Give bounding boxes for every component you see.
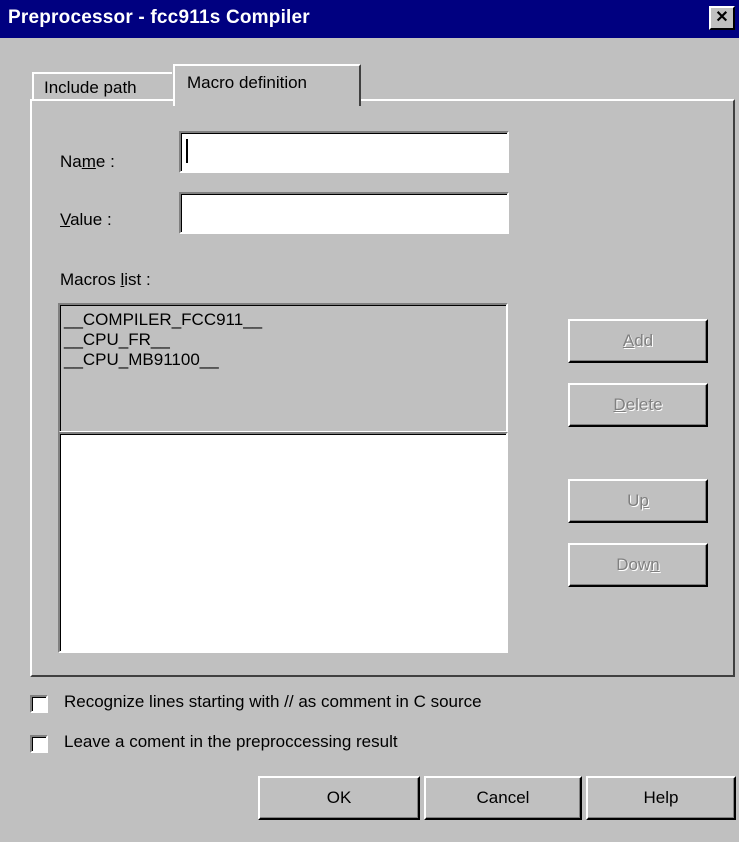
tab-include-path-label: Include path — [44, 78, 137, 97]
leave-comment-checkbox[interactable] — [30, 735, 48, 753]
macro-editor-list[interactable] — [58, 432, 508, 653]
title-bar: Preprocessor - fcc911s Compiler ✕ — [0, 0, 739, 38]
down-button[interactable]: Dow n — [568, 543, 708, 587]
leave-comment-label: Leave a coment in the preproccessing res… — [64, 732, 398, 751]
help-button[interactable]: Help — [586, 776, 736, 820]
tab-macro-definition-label: Macro definition — [187, 73, 308, 92]
list-item[interactable]: __COMPILER_FCC911__ — [60, 310, 506, 330]
macros-list-label: Macros list : — [60, 270, 151, 289]
name-label: Name : — [60, 152, 115, 171]
window-title: Preprocessor - fcc911s Compiler — [8, 7, 310, 28]
close-icon: ✕ — [715, 9, 729, 26]
name-input[interactable] — [179, 131, 509, 173]
tab-include-path[interactable]: Include path — [32, 72, 172, 100]
comment-style-label: Recognize lines starting with // as comm… — [64, 692, 482, 711]
text-caret — [186, 139, 188, 163]
list-item[interactable]: __CPU_MB91100__ — [60, 350, 506, 370]
list-item[interactable]: __CPU_FR__ — [60, 330, 506, 350]
cancel-button[interactable]: Cancel — [424, 776, 582, 820]
comment-style-checkbox[interactable] — [30, 695, 48, 713]
value-label: Value : — [60, 210, 112, 229]
ok-button[interactable]: OK — [258, 776, 420, 820]
delete-button[interactable]: Delete — [568, 383, 708, 427]
value-input[interactable] — [179, 192, 509, 234]
macros-list[interactable]: __COMPILER_FCC911__ __CPU_FR__ __CPU_MB9… — [58, 303, 508, 433]
tab-macro-definition[interactable]: Macro definition — [173, 64, 361, 106]
up-button[interactable]: Up — [568, 479, 708, 523]
add-button[interactable]: Add — [568, 319, 708, 363]
close-button[interactable]: ✕ — [709, 6, 735, 30]
